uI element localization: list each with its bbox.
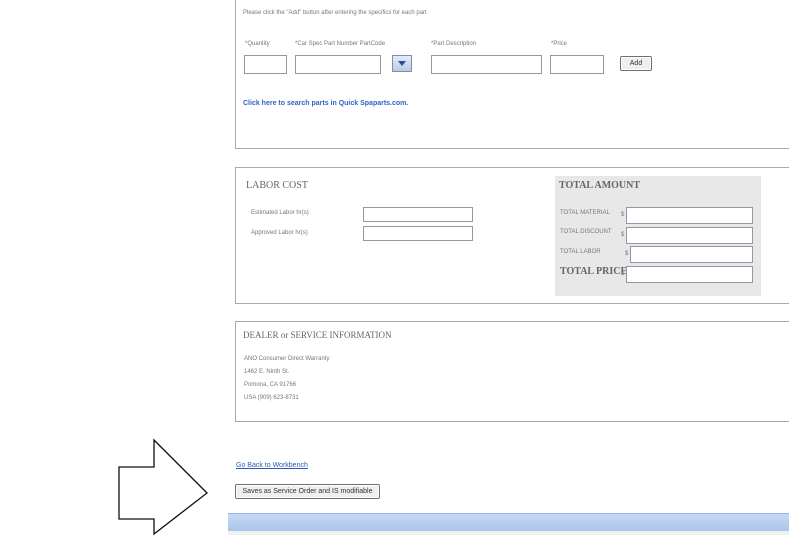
price-input[interactable] <box>550 55 604 74</box>
dealer-line: ANO Consumer Direct Warranty <box>244 356 330 362</box>
arrow-right-icon <box>118 438 208 536</box>
dealer-line: USA (909) 623-8731 <box>244 395 299 401</box>
total-amount-title: TOTAL AMOUNT <box>559 180 641 191</box>
currency-symbol: $ <box>621 212 625 218</box>
parts-entry-panel <box>235 0 789 149</box>
back-to-workbench-link[interactable]: Go Back to Workbench <box>236 462 308 469</box>
estimated-labor-label: Estimated Labor hr(s) <box>251 210 309 216</box>
dealer-info-title: DEALER or SERVICE INFORMATION <box>243 330 392 340</box>
total-labor-input[interactable] <box>630 246 753 263</box>
labor-cost-title: LABOR COST <box>246 180 308 191</box>
chevron-down-icon <box>398 61 406 66</box>
currency-symbol: $ <box>625 251 629 257</box>
description-input[interactable] <box>431 55 542 74</box>
price-label: *Price <box>551 41 568 47</box>
total-discount-input[interactable] <box>626 227 753 244</box>
total-price-input[interactable] <box>626 266 753 283</box>
part-number-label: *Car Spec Part Number PartCode <box>295 41 386 47</box>
parts-instruction: Please click the "Add" button after ente… <box>243 10 427 16</box>
save-service-order-button[interactable]: Saves as Service Order and IS modifiable <box>235 484 380 499</box>
currency-symbol: $ <box>621 271 625 277</box>
description-label: *Part Description <box>431 41 477 47</box>
status-bar-base <box>228 531 789 535</box>
dealer-line: 1462 E. Ninth St. <box>244 369 290 375</box>
dealer-line: Pomona, CA 91766 <box>244 382 297 388</box>
status-bar <box>228 513 789 532</box>
currency-symbol: $ <box>621 232 625 238</box>
part-code-dropdown[interactable] <box>392 55 412 72</box>
total-price-label: TOTAL PRICE <box>560 266 628 277</box>
total-material-input[interactable] <box>626 207 753 224</box>
total-discount-label: TOTAL DISCOUNT <box>560 229 612 235</box>
total-labor-label: TOTAL LABOR <box>560 249 601 255</box>
search-parts-link[interactable]: Click here to search parts in Quick Spap… <box>243 100 408 107</box>
quantity-input[interactable] <box>244 55 287 74</box>
quantity-label: *Quantity <box>245 41 270 47</box>
estimated-labor-input[interactable] <box>363 207 473 222</box>
part-number-input[interactable] <box>295 55 381 74</box>
approved-labor-label: Approved Labor hr(s) <box>251 230 308 236</box>
total-material-label: TOTAL MATERIAL <box>560 210 610 216</box>
approved-labor-input[interactable] <box>363 226 473 241</box>
add-part-button[interactable]: Add <box>620 56 652 71</box>
